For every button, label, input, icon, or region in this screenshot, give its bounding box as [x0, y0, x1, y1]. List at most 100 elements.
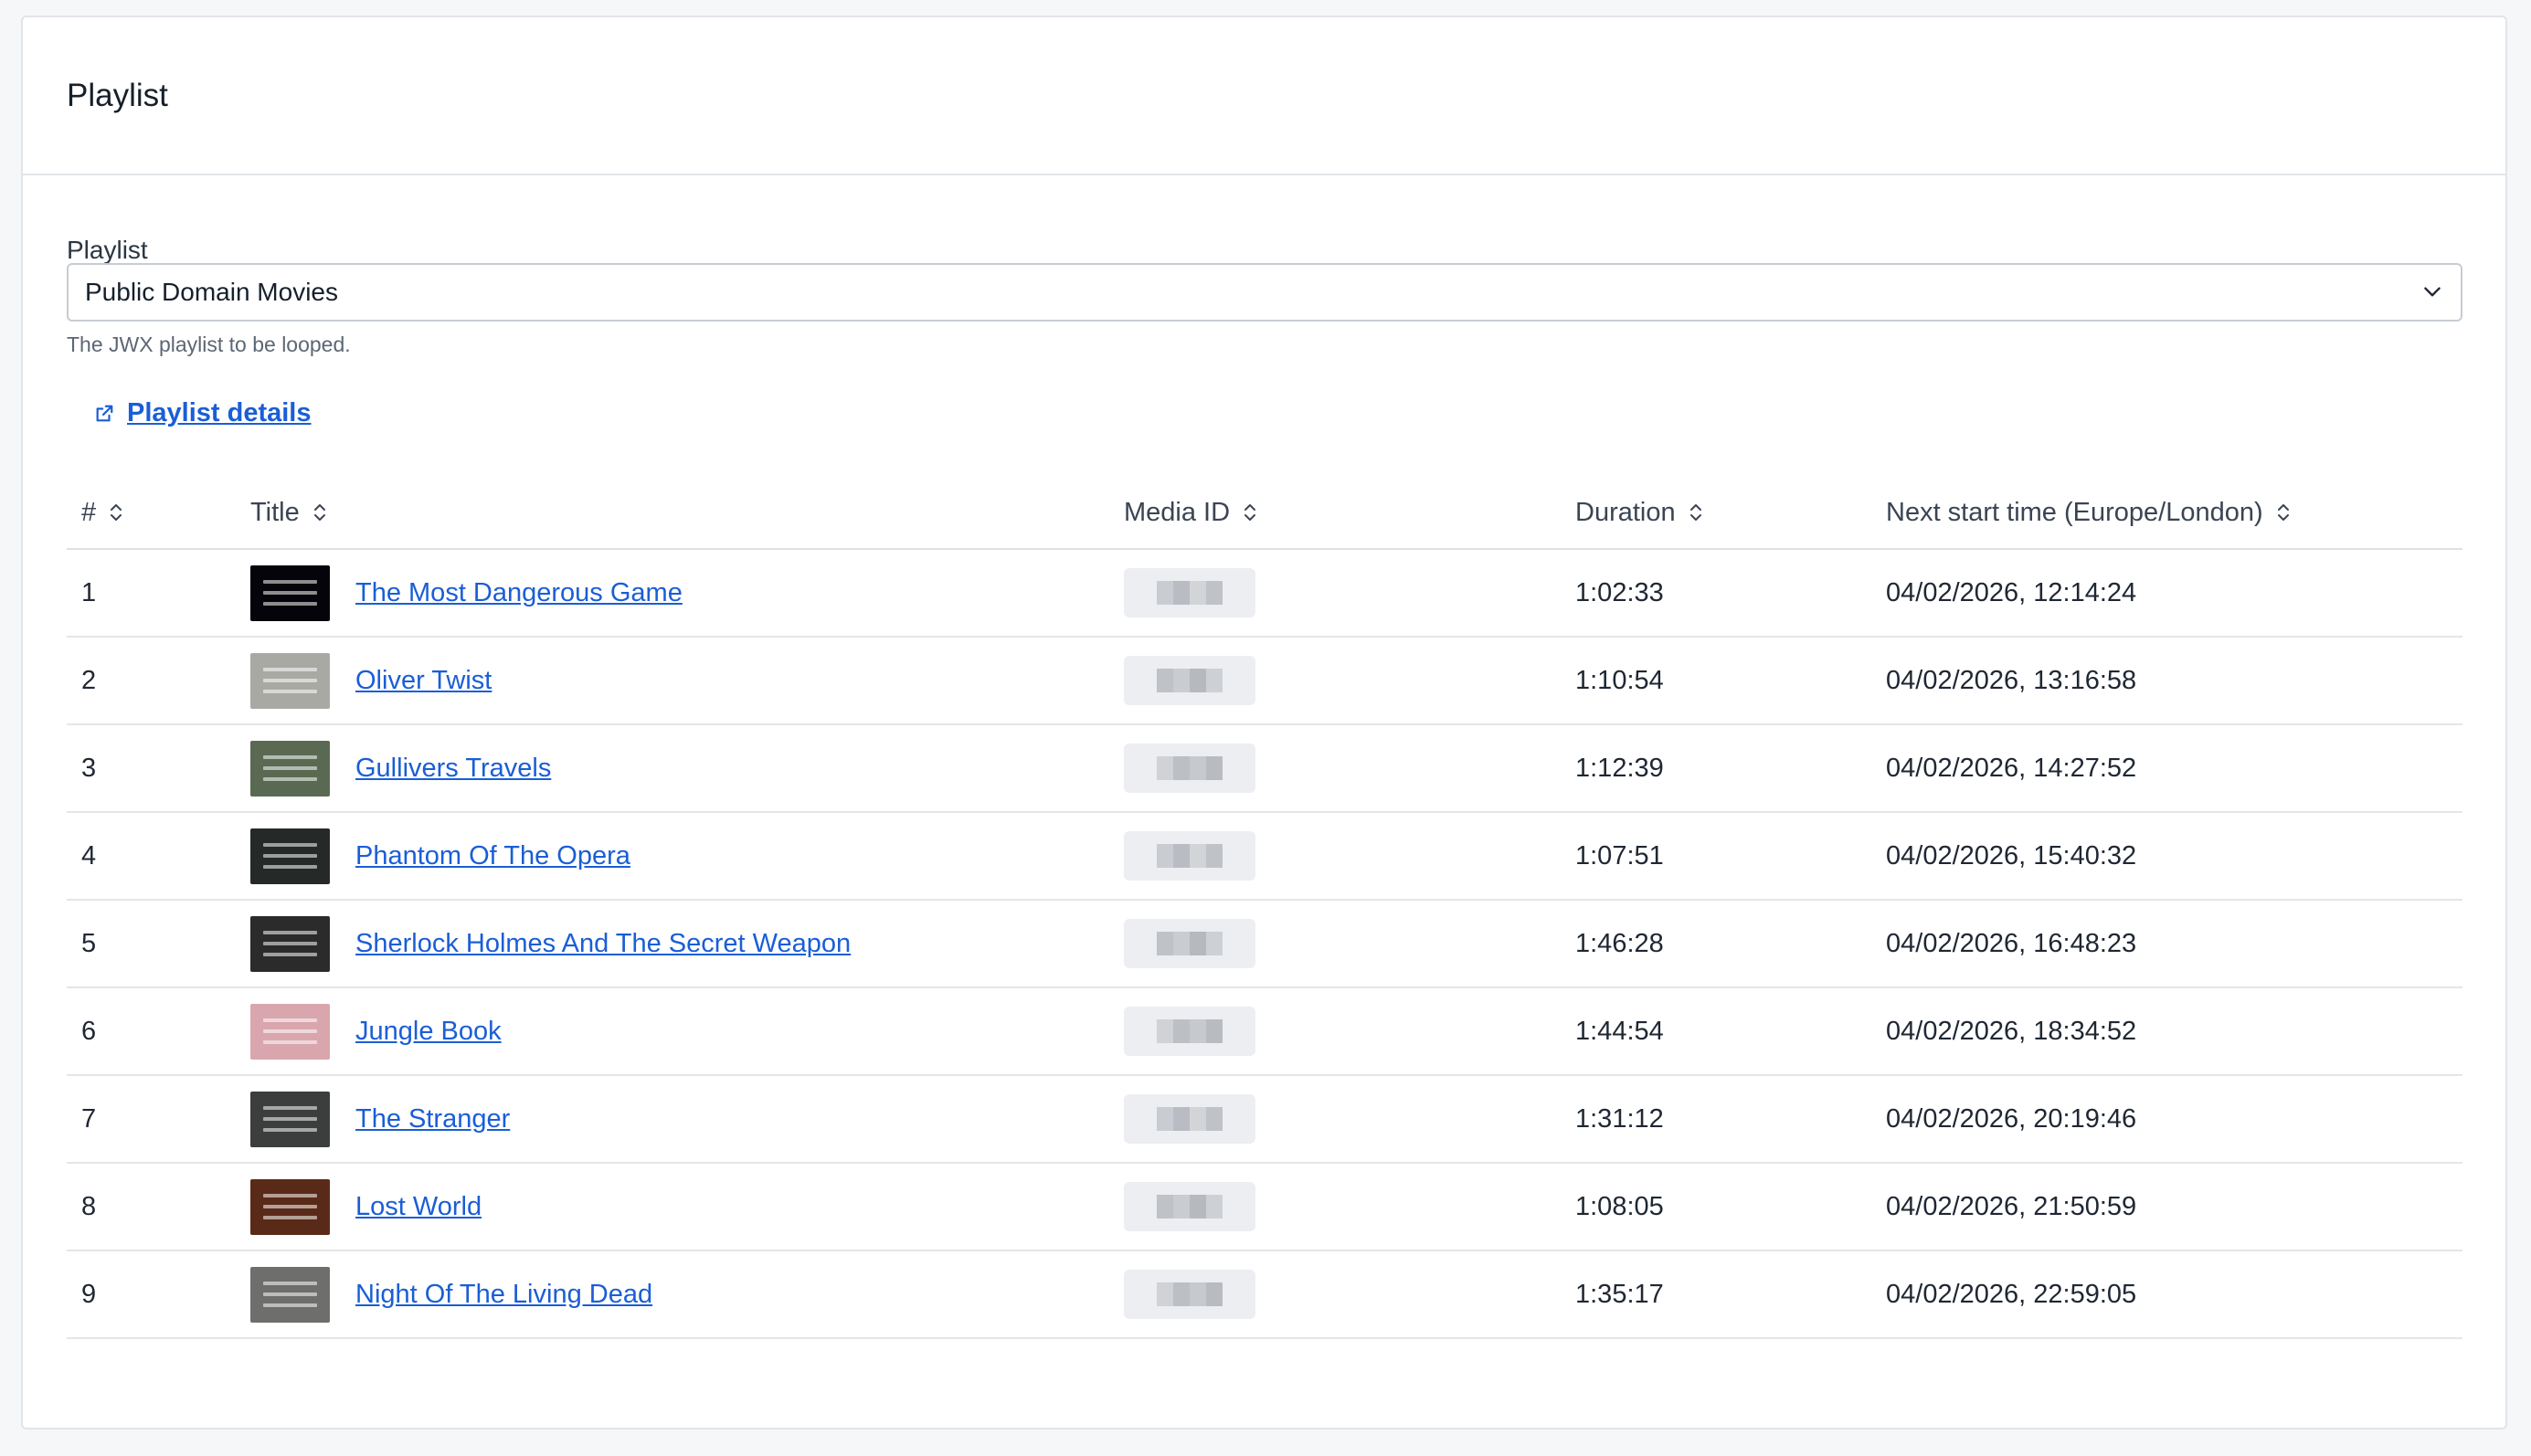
- duration-cell: 1:35:17: [1561, 1250, 1871, 1339]
- media-id-redacted: [1124, 568, 1255, 617]
- playlist-card: Playlist Playlist Public Domain Movies T…: [21, 16, 2507, 1430]
- media-title-link[interactable]: Phantom Of The Opera: [355, 841, 630, 871]
- duration-cell: 1:46:28: [1561, 900, 1871, 988]
- column-header-number[interactable]: #: [67, 477, 236, 550]
- next-start-cell: 04/02/2026, 22:59:05: [1871, 1250, 2462, 1339]
- title-cell: The Stranger: [236, 1075, 1109, 1164]
- next-start-cell: 04/02/2026, 21:50:59: [1871, 1163, 2462, 1251]
- card-header: Playlist: [23, 17, 2505, 175]
- media-id-cell: [1109, 637, 1561, 725]
- video-thumbnail: [250, 915, 330, 972]
- column-header-label: Next start time (Europe/London): [1886, 497, 2263, 527]
- sort-icon: [2277, 504, 2289, 521]
- playlist-help-text: The JWX playlist to be looped.: [67, 332, 351, 356]
- playlist-select[interactable]: Public Domain Movies: [67, 263, 2462, 322]
- column-header-next-start[interactable]: Next start time (Europe/London): [1871, 477, 2462, 550]
- duration-cell: 1:08:05: [1561, 1163, 1871, 1251]
- media-id-cell: [1109, 724, 1561, 813]
- media-id-redacted: [1124, 656, 1255, 705]
- title-cell: Jungle Book: [236, 987, 1109, 1076]
- column-header-media-id[interactable]: Media ID: [1109, 477, 1561, 550]
- title-cell: Gullivers Travels: [236, 724, 1109, 813]
- duration-cell: 1:02:33: [1561, 549, 1871, 638]
- media-title-link[interactable]: Night Of The Living Dead: [355, 1280, 652, 1310]
- external-link-icon: [96, 405, 113, 421]
- sort-icon: [313, 504, 325, 521]
- row-number: 5: [67, 900, 236, 988]
- title-cell: The Most Dangerous Game: [236, 549, 1109, 638]
- table-header-row: # Title Media ID Duration Next start tim…: [67, 477, 2462, 550]
- duration-cell: 1:10:54: [1561, 637, 1871, 725]
- media-id-redacted: [1124, 831, 1255, 881]
- playlist-table: # Title Media ID Duration Next start tim…: [67, 477, 2462, 1339]
- media-title-link[interactable]: Gullivers Travels: [355, 754, 551, 784]
- title-cell: Lost World: [236, 1163, 1109, 1251]
- table-row: 2 Oliver Twist 1:10:54 04/02/2026, 13:16…: [67, 637, 2462, 725]
- media-title-link[interactable]: Sherlock Holmes And The Secret Weapon: [355, 929, 851, 959]
- next-start-cell: 04/02/2026, 18:34:52: [1871, 987, 2462, 1076]
- media-id-cell: [1109, 1075, 1561, 1164]
- playlist-details-link[interactable]: Playlist details: [94, 398, 312, 428]
- row-number: 2: [67, 637, 236, 725]
- media-id-redacted: [1124, 1182, 1255, 1231]
- video-thumbnail: [250, 740, 330, 797]
- card-title: Playlist: [67, 77, 168, 113]
- sort-icon: [1689, 504, 1701, 521]
- column-header-label: Title: [250, 497, 300, 527]
- next-start-cell: 04/02/2026, 13:16:58: [1871, 637, 2462, 725]
- row-number: 9: [67, 1250, 236, 1339]
- duration-cell: 1:12:39: [1561, 724, 1871, 813]
- column-header-label: #: [81, 497, 97, 527]
- table-row: 5 Sherlock Holmes And The Secret Weapon …: [67, 900, 2462, 988]
- table-row: 4 Phantom Of The Opera 1:07:51 04/02/202…: [67, 812, 2462, 901]
- row-number: 4: [67, 812, 236, 901]
- media-title-link[interactable]: Oliver Twist: [355, 666, 492, 696]
- table-row: 1 The Most Dangerous Game 1:02:33 04/02/…: [67, 549, 2462, 638]
- media-id-redacted: [1124, 1094, 1255, 1144]
- media-title-link[interactable]: The Stranger: [355, 1104, 510, 1134]
- next-start-cell: 04/02/2026, 15:40:32: [1871, 812, 2462, 901]
- table-row: 9 Night Of The Living Dead 1:35:17 04/02…: [67, 1250, 2462, 1339]
- media-id-cell: [1109, 1250, 1561, 1339]
- media-id-redacted: [1124, 1270, 1255, 1319]
- media-title-link[interactable]: Jungle Book: [355, 1017, 502, 1047]
- title-cell: Night Of The Living Dead: [236, 1250, 1109, 1339]
- column-header-title[interactable]: Title: [236, 477, 1109, 550]
- duration-cell: 1:31:12: [1561, 1075, 1871, 1164]
- media-id-cell: [1109, 900, 1561, 988]
- table-row: 7 The Stranger 1:31:12 04/02/2026, 20:19…: [67, 1075, 2462, 1164]
- media-id-cell: [1109, 812, 1561, 901]
- title-cell: Oliver Twist: [236, 637, 1109, 725]
- media-id-cell: [1109, 987, 1561, 1076]
- media-id-redacted: [1124, 1007, 1255, 1056]
- chevron-down-icon: [2424, 287, 2441, 297]
- row-number: 3: [67, 724, 236, 813]
- video-thumbnail: [250, 1266, 330, 1323]
- table-row: 8 Lost World 1:08:05 04/02/2026, 21:50:5…: [67, 1163, 2462, 1251]
- title-cell: Phantom Of The Opera: [236, 812, 1109, 901]
- row-number: 8: [67, 1163, 236, 1251]
- table-body: 1 The Most Dangerous Game 1:02:33 04/02/…: [67, 549, 2462, 1339]
- video-thumbnail: [250, 828, 330, 884]
- duration-cell: 1:44:54: [1561, 987, 1871, 1076]
- media-id-cell: [1109, 1163, 1561, 1251]
- media-title-link[interactable]: Lost World: [355, 1192, 482, 1222]
- playlist-select-value: Public Domain Movies: [85, 278, 338, 306]
- video-thumbnail: [250, 1003, 330, 1060]
- column-header-duration[interactable]: Duration: [1561, 477, 1871, 550]
- row-number: 6: [67, 987, 236, 1076]
- column-header-label: Media ID: [1124, 497, 1231, 527]
- media-id-cell: [1109, 549, 1561, 638]
- video-thumbnail: [250, 1091, 330, 1147]
- video-thumbnail: [250, 564, 330, 621]
- sort-icon: [1244, 504, 1256, 521]
- title-cell: Sherlock Holmes And The Secret Weapon: [236, 900, 1109, 988]
- row-number: 7: [67, 1075, 236, 1164]
- next-start-cell: 04/02/2026, 14:27:52: [1871, 724, 2462, 813]
- next-start-cell: 04/02/2026, 16:48:23: [1871, 900, 2462, 988]
- duration-cell: 1:07:51: [1561, 812, 1871, 901]
- next-start-cell: 04/02/2026, 12:14:24: [1871, 549, 2462, 638]
- video-thumbnail: [250, 652, 330, 709]
- media-title-link[interactable]: The Most Dangerous Game: [355, 578, 683, 608]
- media-id-redacted: [1124, 744, 1255, 793]
